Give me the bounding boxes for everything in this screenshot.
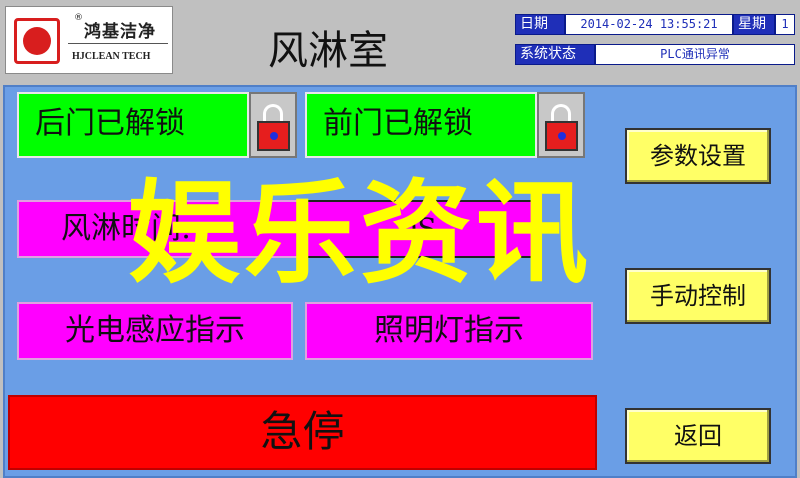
padlock-icon (545, 121, 578, 151)
weekday-value: 1 (775, 14, 795, 35)
front-door-status: 前门已解锁 (305, 92, 537, 158)
logo-brand-cn: 鸿基洁净 (84, 22, 156, 42)
photoelectric-indicator: 光电感应指示 (17, 302, 293, 360)
padlock-icon (257, 121, 290, 151)
logo-brand-en: HJCLEAN TECH (72, 51, 151, 62)
shower-time-label: 风淋时间: (17, 200, 302, 258)
status-panel: 日期 2014-02-24 13:55:21 星期 1 系统状态 PLC通讯异常 (515, 14, 795, 70)
datetime-value: 2014-02-24 13:55:21 (565, 14, 733, 35)
rear-door-status: 后门已解锁 (17, 92, 249, 158)
lighting-indicator: 照明灯指示 (305, 302, 593, 360)
system-status-value: PLC通讯异常 (595, 44, 795, 65)
shower-time-value: 0S (302, 200, 534, 258)
settings-button[interactable]: 参数设置 (625, 128, 771, 184)
front-door-lock-button[interactable] (537, 92, 585, 158)
logo-mark-icon (14, 18, 60, 64)
logo-divider (68, 43, 168, 44)
system-status-label: 系统状态 (515, 44, 595, 65)
company-logo: ® 鸿基洁净 HJCLEAN TECH (5, 6, 173, 74)
weekday-label: 星期 (733, 14, 775, 35)
logo-registered-mark: ® (74, 13, 83, 23)
manual-control-button[interactable]: 手动控制 (625, 268, 771, 324)
date-label: 日期 (515, 14, 565, 35)
emergency-stop-button[interactable]: 急停 (8, 395, 597, 470)
rear-door-lock-button[interactable] (249, 92, 297, 158)
page-title: 风淋室 (268, 28, 388, 74)
header-bar: ® 鸿基洁净 HJCLEAN TECH 风淋室 日期 2014-02-24 13… (0, 0, 800, 80)
back-button[interactable]: 返回 (625, 408, 771, 464)
